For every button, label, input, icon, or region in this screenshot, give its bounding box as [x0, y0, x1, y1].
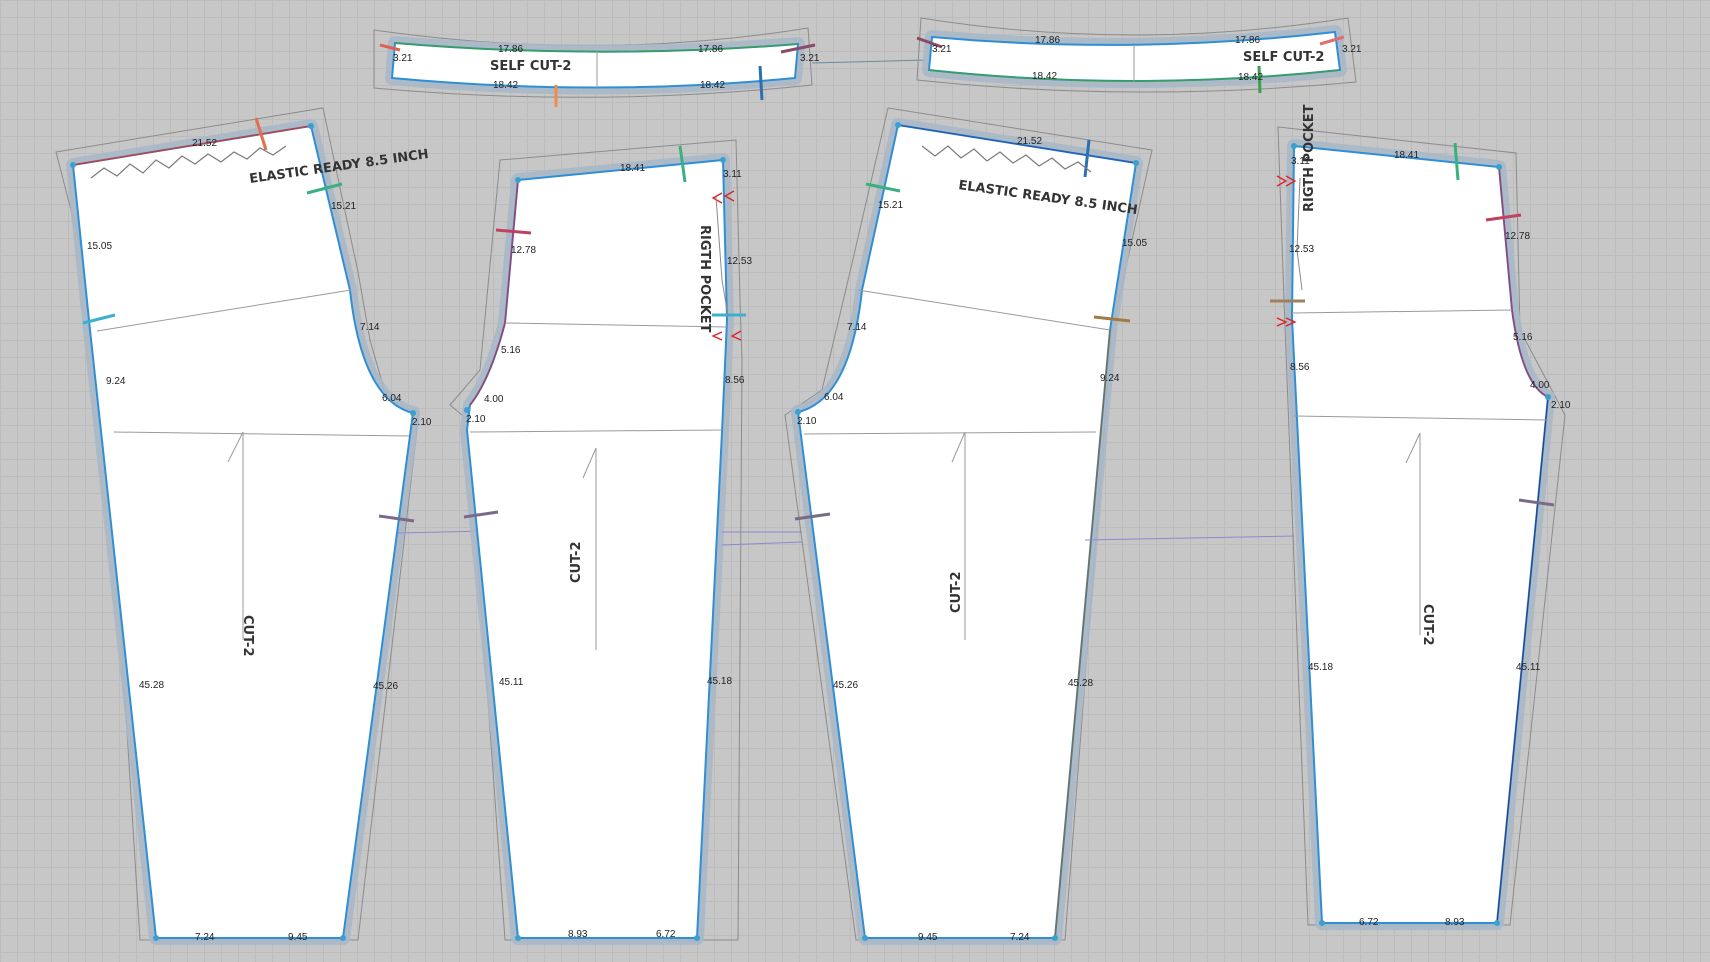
- dim-label: 12.53: [1289, 244, 1314, 255]
- dim-label: 15.05: [87, 241, 112, 252]
- dim-label: 4.00: [1530, 380, 1550, 391]
- dim-label: 17.86: [1035, 35, 1060, 46]
- dim-label: 15.05: [1122, 238, 1147, 249]
- dim-label: 18.42: [493, 80, 518, 91]
- dim-label: 3.21: [800, 53, 820, 64]
- dim-label: 3.21: [932, 44, 952, 55]
- dim-label: 8.56: [725, 375, 745, 386]
- pattern-piece-back-right[interactable]: ELASTIC READY 8.5 INCH CUT-2 21.52 15.21…: [784, 107, 1153, 945]
- pattern-piece-front-right[interactable]: RIGTH POCKET CUT-2 18.41 3.11 12.53 12.7…: [1270, 104, 1571, 930]
- dim-label: 6.72: [656, 929, 676, 940]
- dim-label: 6.72: [1359, 917, 1379, 928]
- dim-label: 45.18: [1308, 662, 1333, 673]
- cut-label: CUT-2: [240, 615, 255, 657]
- waistband-label: SELF CUT-2: [490, 59, 571, 74]
- dim-label: 15.21: [331, 201, 356, 212]
- dim-label: 21.52: [192, 138, 217, 149]
- dim-label: 12.53: [727, 256, 752, 267]
- dim-label: 4.00: [484, 394, 504, 405]
- dim-label: 3.11: [1291, 156, 1310, 167]
- dim-label: 21.52: [1017, 136, 1042, 147]
- waistband-piece-1[interactable]: SELF CUT-2 17.86 17.86 18.42 18.42 3.21 …: [373, 27, 820, 107]
- dim-label: 9.24: [1100, 373, 1120, 384]
- dim-label: 2.10: [412, 417, 432, 428]
- dim-label: 7.24: [195, 932, 215, 943]
- waistband-label: SELF CUT-2: [1243, 50, 1324, 65]
- dim-label: 2.10: [1551, 400, 1571, 411]
- dim-label: 9.45: [288, 932, 308, 943]
- notch-marker: [758, 65, 764, 101]
- dim-label: 12.78: [1505, 231, 1530, 242]
- dim-label: 17.86: [1235, 35, 1260, 46]
- dim-label: 7.14: [360, 322, 380, 333]
- dim-label: 3.21: [1342, 44, 1362, 55]
- dim-label: 45.26: [833, 680, 858, 691]
- dim-label: 18.42: [700, 80, 725, 91]
- dim-label: 5.16: [501, 345, 521, 356]
- dim-label: 18.41: [1394, 150, 1419, 161]
- dim-label: 2.10: [797, 416, 817, 427]
- pattern-piece-front-left[interactable]: RIGTH POCKET CUT-2 18.41 3.11 12.53 12.7…: [449, 139, 752, 945]
- dim-label: 45.28: [1068, 678, 1093, 689]
- dim-label: 12.78: [511, 245, 536, 256]
- dim-label: 3.11: [723, 169, 742, 180]
- dim-label: 7.14: [847, 322, 867, 333]
- pocket-label: RIGTH POCKET: [697, 225, 712, 333]
- dim-label: 8.56: [1290, 362, 1310, 373]
- dim-label: 6.04: [824, 392, 844, 403]
- dim-label: 3.21: [393, 53, 413, 64]
- dim-label: 2.10: [466, 414, 486, 425]
- pattern-canvas[interactable]: SELF CUT-2 17.86 17.86 18.42 18.42 3.21 …: [0, 0, 1710, 962]
- cut-label: CUT-2: [1420, 604, 1435, 646]
- dim-label: 7.24: [1010, 932, 1030, 943]
- dim-label: 8.93: [1445, 917, 1465, 928]
- dim-label: 17.86: [498, 44, 523, 55]
- dim-label: 45.26: [373, 681, 398, 692]
- dim-label: 15.21: [878, 200, 903, 211]
- dim-label: 45.11: [1516, 662, 1541, 673]
- dim-label: 18.42: [1032, 71, 1057, 82]
- dim-label: 18.41: [620, 163, 645, 174]
- dim-label: 5.16: [1513, 332, 1533, 343]
- pattern-drawing: SELF CUT-2 17.86 17.86 18.42 18.42 3.21 …: [55, 17, 1571, 945]
- dim-label: 45.11: [499, 677, 524, 688]
- dim-label: 17.86: [698, 44, 723, 55]
- dim-label: 18.42: [1238, 72, 1263, 83]
- pattern-piece-back-left[interactable]: ELASTIC READY 8.5 INCH CUT-2 21.52 15.05…: [55, 107, 432, 945]
- waistband-piece-2[interactable]: SELF CUT-2 17.86 17.86 18.42 18.42 3.21 …: [916, 17, 1362, 94]
- dim-label: 8.93: [568, 929, 588, 940]
- dim-label: 6.04: [382, 393, 402, 404]
- dim-label: 45.28: [139, 680, 164, 691]
- cut-label: CUT-2: [949, 572, 964, 614]
- cut-label: CUT-2: [569, 542, 584, 584]
- dim-label: 9.24: [106, 376, 126, 387]
- dim-label: 9.45: [918, 932, 938, 943]
- dim-label: 45.18: [707, 676, 732, 687]
